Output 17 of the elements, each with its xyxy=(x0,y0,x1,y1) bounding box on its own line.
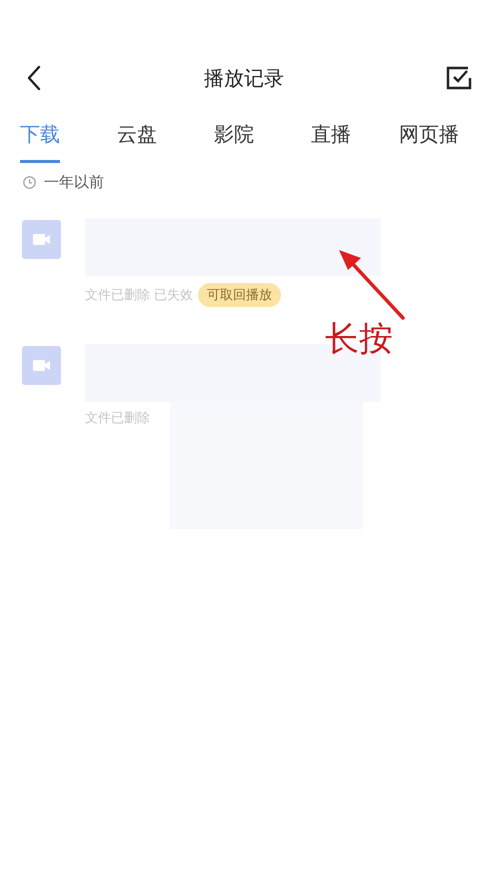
tab[interactable]: 直播 xyxy=(311,121,351,163)
back-icon[interactable] xyxy=(26,65,42,91)
status-text: 文件已删除 已失效 xyxy=(85,287,194,304)
retrieve-badge[interactable]: 可取回播放 xyxy=(198,283,282,307)
annotation-arrow xyxy=(337,248,407,320)
tab[interactable]: 影院 xyxy=(214,121,254,163)
video-camera-icon xyxy=(22,346,61,385)
tab[interactable]: 网页播 xyxy=(399,121,459,163)
section-label: 一年以前 xyxy=(44,173,104,192)
page-title: 播放记录 xyxy=(204,64,284,92)
tab[interactable]: 云盘 xyxy=(117,121,157,163)
tab[interactable]: 下载 xyxy=(20,121,60,163)
video-camera-icon xyxy=(22,220,61,259)
annotation-text: 长按 xyxy=(325,320,393,360)
status-text: 文件已删除 xyxy=(85,410,150,427)
clock-icon xyxy=(23,176,36,189)
checkbox-edit-icon[interactable] xyxy=(446,65,472,91)
